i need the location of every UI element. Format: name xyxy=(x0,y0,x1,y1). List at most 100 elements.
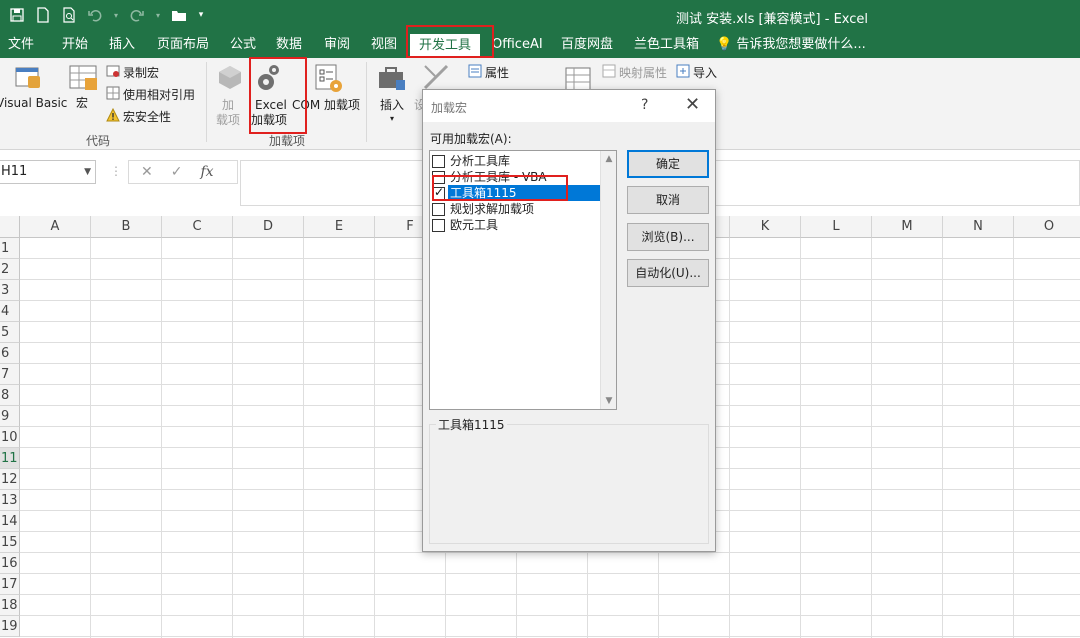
grid-row-line xyxy=(20,552,1080,553)
addin-checkbox-4[interactable] xyxy=(432,218,445,232)
undo-dropdown-icon[interactable]: ▾ xyxy=(112,6,120,24)
save-icon[interactable] xyxy=(8,6,26,24)
close-icon[interactable]: ✕ xyxy=(685,94,700,115)
row-header-16[interactable]: 16 xyxy=(0,553,20,574)
redo-icon[interactable] xyxy=(128,6,146,24)
tab-officeai[interactable]: OfficeAI xyxy=(486,32,549,58)
addin-checkbox-3[interactable] xyxy=(432,202,445,216)
column-header-D[interactable]: D xyxy=(233,216,304,238)
grid-column-line xyxy=(90,238,91,638)
row-header-19[interactable]: 19 xyxy=(0,616,20,637)
ok-button[interactable]: 确定 xyxy=(627,150,709,178)
row-header-6[interactable]: 6 xyxy=(0,343,20,364)
chevron-down-icon[interactable]: ▼ xyxy=(601,393,617,409)
relative-reference-button[interactable]: 使用相对引用 xyxy=(106,86,195,103)
macros-label[interactable]: 宏 xyxy=(76,96,88,110)
browse-button[interactable]: 浏览(B)... xyxy=(627,223,709,251)
tab-formulas[interactable]: 公式 xyxy=(224,32,262,58)
tab-home[interactable]: 开始 xyxy=(56,32,94,58)
highlight-excel-addins xyxy=(249,57,307,134)
tab-data[interactable]: 数据 xyxy=(270,32,308,58)
record-macro-icon xyxy=(106,64,120,81)
row-header-8[interactable]: 8 xyxy=(0,385,20,406)
addin-description-box: 工具箱1115 xyxy=(429,416,709,544)
redo-dropdown-icon[interactable]: ▾ xyxy=(154,6,162,24)
list-item[interactable]: 规划求解加载项 xyxy=(432,201,600,217)
macro-security-button[interactable]: 宏安全性 xyxy=(106,107,171,125)
com-addins-button[interactable] xyxy=(310,62,346,97)
grid-column-line xyxy=(729,238,730,638)
import-button[interactable]: 导入 xyxy=(676,64,717,81)
list-scrollbar[interactable]: ▲ ▼ xyxy=(600,151,616,409)
insert-control-button[interactable] xyxy=(376,62,408,97)
row-header-14[interactable]: 14 xyxy=(0,511,20,532)
insert-function-icon[interactable]: fx xyxy=(200,164,213,180)
select-all-corner[interactable] xyxy=(0,216,20,238)
column-header-K[interactable]: K xyxy=(730,216,801,238)
title-bar: ▾ ▾ ▾ 测试 安装.xls [兼容模式] - Excel xyxy=(0,0,1080,32)
print-preview-icon[interactable] xyxy=(60,6,78,24)
column-header-M[interactable]: M xyxy=(872,216,943,238)
row-header-3[interactable]: 3 xyxy=(0,280,20,301)
row-header-10[interactable]: 10 xyxy=(0,427,20,448)
addins-dialog: 加载宏 ? ✕ 可用加载宏(A): 分析工具库 分析工具库 - VBA 工具箱1… xyxy=(422,89,716,552)
row-header-7[interactable]: 7 xyxy=(0,364,20,385)
column-header-B[interactable]: B xyxy=(91,216,162,238)
row-header-1[interactable]: 1 xyxy=(0,238,20,259)
row-header-17[interactable]: 17 xyxy=(0,574,20,595)
visual-basic-button[interactable] xyxy=(8,62,48,97)
column-header-N[interactable]: N xyxy=(943,216,1014,238)
map-properties-button[interactable]: 映射属性 xyxy=(602,64,667,81)
relative-reference-icon xyxy=(106,86,120,103)
record-macro-button[interactable]: 录制宏 xyxy=(106,64,159,81)
help-icon[interactable]: ? xyxy=(641,97,648,113)
tab-view[interactable]: 视图 xyxy=(365,32,403,58)
tab-page-layout[interactable]: 页面布局 xyxy=(151,32,215,58)
new-file-icon[interactable] xyxy=(34,6,52,24)
addin-checkbox-0[interactable] xyxy=(432,154,445,168)
visual-basic-label[interactable]: Visual Basic xyxy=(0,96,67,110)
tab-file[interactable]: 文件 xyxy=(2,32,40,58)
insert-dropdown-icon[interactable]: ▾ xyxy=(390,112,394,126)
row-header-11[interactable]: 11 xyxy=(0,448,20,469)
column-header-E[interactable]: E xyxy=(304,216,375,238)
addins-group-label: 加载项 xyxy=(269,134,306,148)
insert-control-label[interactable]: 插入 xyxy=(380,98,404,112)
column-header-C[interactable]: C xyxy=(162,216,233,238)
com-addins-icon xyxy=(312,62,344,97)
column-header-L[interactable]: L xyxy=(801,216,872,238)
properties-button[interactable]: 属性 xyxy=(468,64,509,81)
row-header-4[interactable]: 4 xyxy=(0,301,20,322)
grid-row-line xyxy=(20,636,1080,637)
column-header-A[interactable]: A xyxy=(20,216,91,238)
tab-insert[interactable]: 插入 xyxy=(103,32,141,58)
undo-icon[interactable] xyxy=(86,6,104,24)
cancel-button[interactable]: 取消 xyxy=(627,186,709,214)
tab-baidu-netdisk[interactable]: 百度网盘 xyxy=(555,32,619,58)
name-box[interactable]: H11 ▼ xyxy=(0,160,96,184)
row-header-15[interactable]: 15 xyxy=(0,532,20,553)
open-folder-icon[interactable] xyxy=(170,6,188,24)
row-header-13[interactable]: 13 xyxy=(0,490,20,511)
row-header-5[interactable]: 5 xyxy=(0,322,20,343)
column-header-O[interactable]: O xyxy=(1014,216,1080,238)
row-header-12[interactable]: 12 xyxy=(0,469,20,490)
tab-review[interactable]: 审阅 xyxy=(318,32,356,58)
row-header-9[interactable]: 9 xyxy=(0,406,20,427)
cancel-icon[interactable]: ✕ xyxy=(141,164,153,180)
grid-column-line xyxy=(942,238,943,638)
tab-lanse-toolbox[interactable]: 兰色工具箱 xyxy=(628,32,705,58)
tell-me-search[interactable]: 💡 告诉我您想要做什么... xyxy=(716,32,866,58)
row-header-18[interactable]: 18 xyxy=(0,595,20,616)
automation-button[interactable]: 自动化(U)... xyxy=(627,259,709,287)
warning-icon xyxy=(106,107,120,125)
chevron-down-icon[interactable]: ▼ xyxy=(84,161,91,183)
customize-qat-icon[interactable]: ▾ xyxy=(196,6,206,24)
enter-check-icon[interactable]: ✓ xyxy=(171,164,183,180)
macros-button[interactable] xyxy=(66,62,100,97)
addins-button[interactable] xyxy=(216,64,244,93)
row-header-2[interactable]: 2 xyxy=(0,259,20,280)
list-item[interactable]: 欧元工具 xyxy=(432,217,600,233)
chevron-up-icon[interactable]: ▲ xyxy=(601,151,617,167)
list-item[interactable]: 分析工具库 xyxy=(432,153,600,169)
